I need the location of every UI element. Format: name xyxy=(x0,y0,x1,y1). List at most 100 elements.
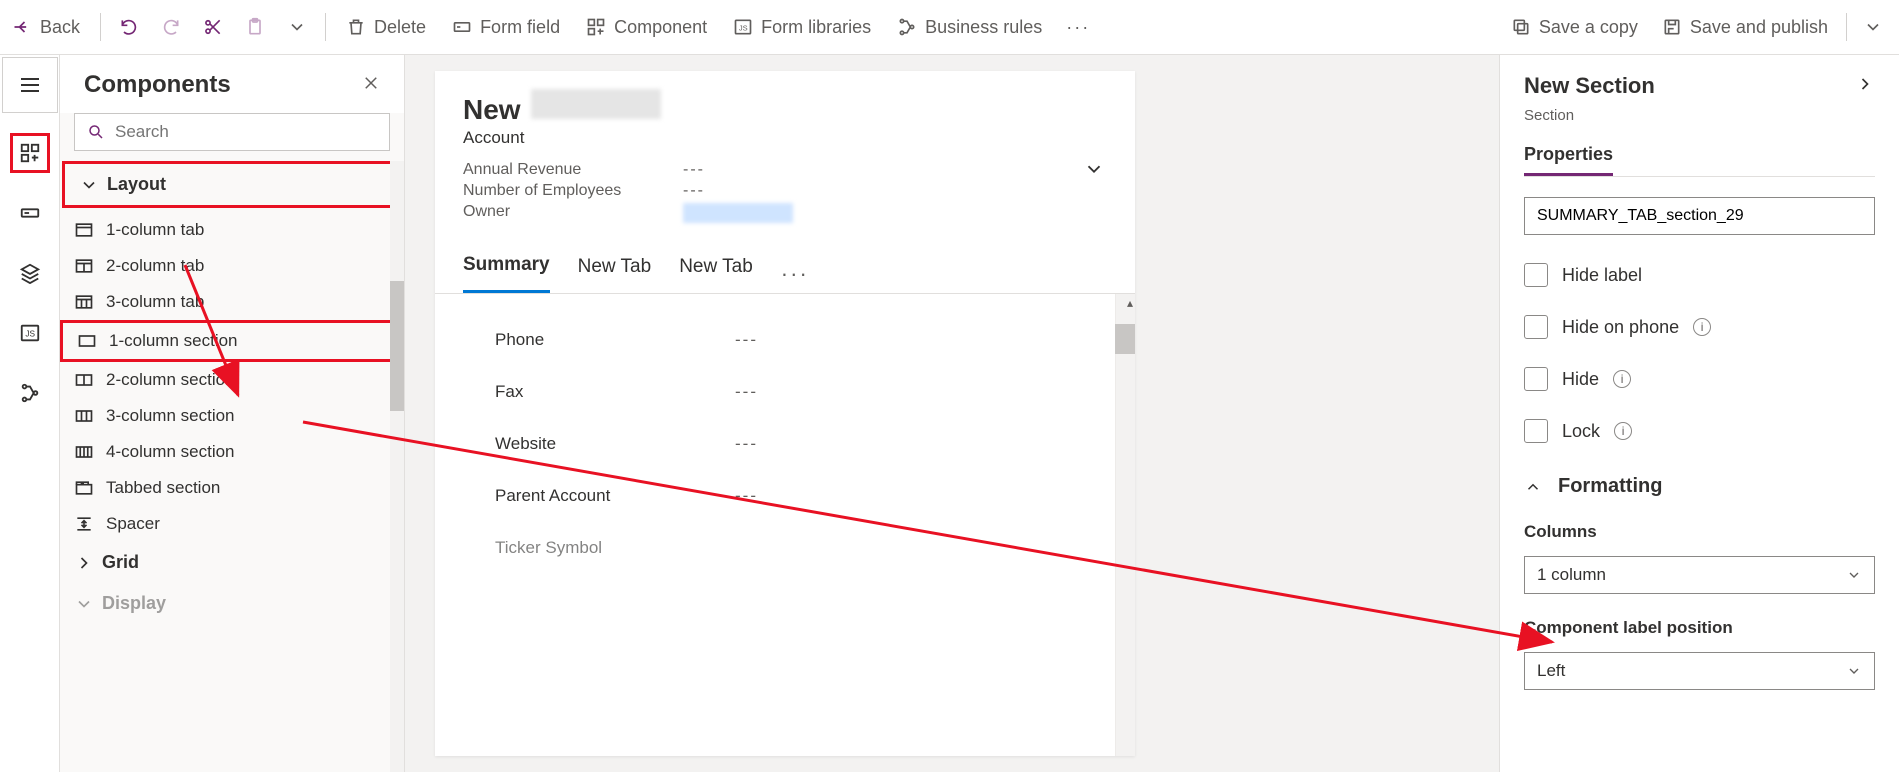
label-position-select[interactable]: Left xyxy=(1524,652,1875,690)
rp-expand-button[interactable] xyxy=(1855,74,1875,99)
back-label: Back xyxy=(40,17,80,38)
header-expand-toggle[interactable] xyxy=(1083,158,1105,185)
field-label: Fax xyxy=(495,382,735,402)
item-label: Spacer xyxy=(106,514,160,534)
rules-icon xyxy=(897,17,917,37)
section-name-input[interactable] xyxy=(1524,197,1875,235)
tab-new-1[interactable]: New Tab xyxy=(578,256,652,292)
rail-components[interactable] xyxy=(10,133,50,173)
columns-select[interactable]: 1 column xyxy=(1524,556,1875,594)
item-2-column-tab[interactable]: 2-column tab xyxy=(60,248,404,284)
item-4-column-section[interactable]: 4-column section xyxy=(60,434,404,470)
info-icon[interactable]: i xyxy=(1693,318,1711,336)
group-layout-label: Layout xyxy=(107,174,166,195)
field-phone[interactable]: Phone --- xyxy=(435,314,1135,366)
group-display[interactable]: Display xyxy=(60,583,404,624)
business-rules-button[interactable]: Business rules xyxy=(885,11,1054,44)
form-scrollbar-thumb[interactable] xyxy=(1115,324,1135,354)
tab-summary[interactable]: Summary xyxy=(463,254,550,293)
field-parent-account[interactable]: Parent Account --- xyxy=(435,470,1135,522)
chevron-down-icon xyxy=(1846,663,1862,679)
group-grid[interactable]: Grid xyxy=(60,542,404,583)
redo-button[interactable] xyxy=(151,11,191,43)
undo-button[interactable] xyxy=(109,11,149,43)
hamburger-button[interactable] xyxy=(2,57,58,113)
item-1-column-tab[interactable]: 1-column tab xyxy=(60,212,404,248)
save-dropdown[interactable] xyxy=(1853,11,1893,43)
check-label: Hide label xyxy=(1562,265,1642,286)
rail-rules[interactable] xyxy=(10,373,50,413)
checkbox[interactable] xyxy=(1524,367,1548,391)
item-label: 3-column tab xyxy=(106,292,204,312)
cut-button[interactable] xyxy=(193,11,233,43)
form-card[interactable]: New Account Annual Revenue --- Number of… xyxy=(435,71,1135,756)
form-tabs: Summary New Tab New Tab ··· xyxy=(435,238,1135,294)
field-value: --- xyxy=(735,330,758,350)
form-field-label: Form field xyxy=(480,17,560,38)
rail-js[interactable]: JS xyxy=(10,313,50,353)
rp-tab-properties[interactable]: Properties xyxy=(1524,144,1613,176)
toolbar-overflow[interactable]: ··· xyxy=(1056,11,1100,44)
field-website[interactable]: Website --- xyxy=(435,418,1135,470)
close-panel-button[interactable] xyxy=(362,74,380,97)
check-label: Hide on phone xyxy=(1562,317,1679,338)
check-lock[interactable]: Lock i xyxy=(1524,419,1875,443)
check-hide-phone[interactable]: Hide on phone i xyxy=(1524,315,1875,339)
info-icon[interactable]: i xyxy=(1613,370,1631,388)
save-copy-icon xyxy=(1511,17,1531,37)
components-scrollbar-track[interactable] xyxy=(390,161,404,772)
field-label: Website xyxy=(495,434,735,454)
left-rail: JS xyxy=(0,55,60,772)
form-scroll-up[interactable]: ▴ xyxy=(1127,296,1133,310)
field-value: --- xyxy=(735,486,758,506)
svg-text:JS: JS xyxy=(739,23,748,32)
rp-subtitle: Section xyxy=(1524,107,1875,124)
checkbox[interactable] xyxy=(1524,315,1548,339)
components-search[interactable] xyxy=(74,113,390,151)
save-copy-button[interactable]: Save a copy xyxy=(1499,11,1650,44)
formatting-label: Formatting xyxy=(1558,475,1662,498)
paste-dropdown[interactable] xyxy=(277,11,317,43)
check-hide-label[interactable]: Hide label xyxy=(1524,263,1875,287)
close-icon xyxy=(362,74,380,92)
save-publish-label: Save and publish xyxy=(1690,17,1828,38)
item-3-column-section[interactable]: 3-column section xyxy=(60,398,404,434)
spacer-icon xyxy=(74,514,94,534)
search-input[interactable] xyxy=(115,122,377,142)
check-label: Lock xyxy=(1562,421,1600,442)
tab-new-2[interactable]: New Tab xyxy=(679,256,753,292)
header-field-value: --- xyxy=(683,182,705,200)
form-field-button[interactable]: Form field xyxy=(440,11,572,44)
tabs-overflow[interactable]: ··· xyxy=(781,261,809,287)
component-button[interactable]: Component xyxy=(574,11,719,44)
form-libraries-button[interactable]: JS Form libraries xyxy=(721,11,883,44)
paste-button[interactable] xyxy=(235,11,275,43)
item-2-column-section[interactable]: 2-column section xyxy=(60,362,404,398)
save-publish-button[interactable]: Save and publish xyxy=(1650,11,1840,44)
info-icon[interactable]: i xyxy=(1614,422,1632,440)
back-button[interactable]: Back xyxy=(0,11,92,44)
js-rail-icon: JS xyxy=(19,322,41,344)
item-1-column-section[interactable]: 1-column section xyxy=(60,320,404,362)
checkbox[interactable] xyxy=(1524,419,1548,443)
delete-button[interactable]: Delete xyxy=(334,11,438,44)
js-icon: JS xyxy=(733,17,753,37)
components-scrollbar-thumb[interactable] xyxy=(390,281,404,411)
rules-rail-icon xyxy=(19,382,41,404)
item-label: 3-column section xyxy=(106,406,235,426)
delete-label: Delete xyxy=(374,17,426,38)
check-hide[interactable]: Hide i xyxy=(1524,367,1875,391)
group-layout[interactable]: Layout xyxy=(62,161,402,208)
chevron-down-icon xyxy=(1863,17,1883,37)
field-fax[interactable]: Fax --- xyxy=(435,366,1135,418)
field-ticker[interactable]: Ticker Symbol xyxy=(435,522,1135,574)
rail-fields[interactable] xyxy=(10,193,50,233)
formatting-header[interactable]: Formatting xyxy=(1524,475,1875,498)
item-tabbed-section[interactable]: Tabbed section xyxy=(60,470,404,506)
field-label: Ticker Symbol xyxy=(495,538,735,558)
rail-tree[interactable] xyxy=(10,253,50,293)
item-spacer[interactable]: Spacer xyxy=(60,506,404,542)
checkbox[interactable] xyxy=(1524,263,1548,287)
toolbar-separator xyxy=(100,13,101,41)
item-3-column-tab[interactable]: 3-column tab xyxy=(60,284,404,320)
